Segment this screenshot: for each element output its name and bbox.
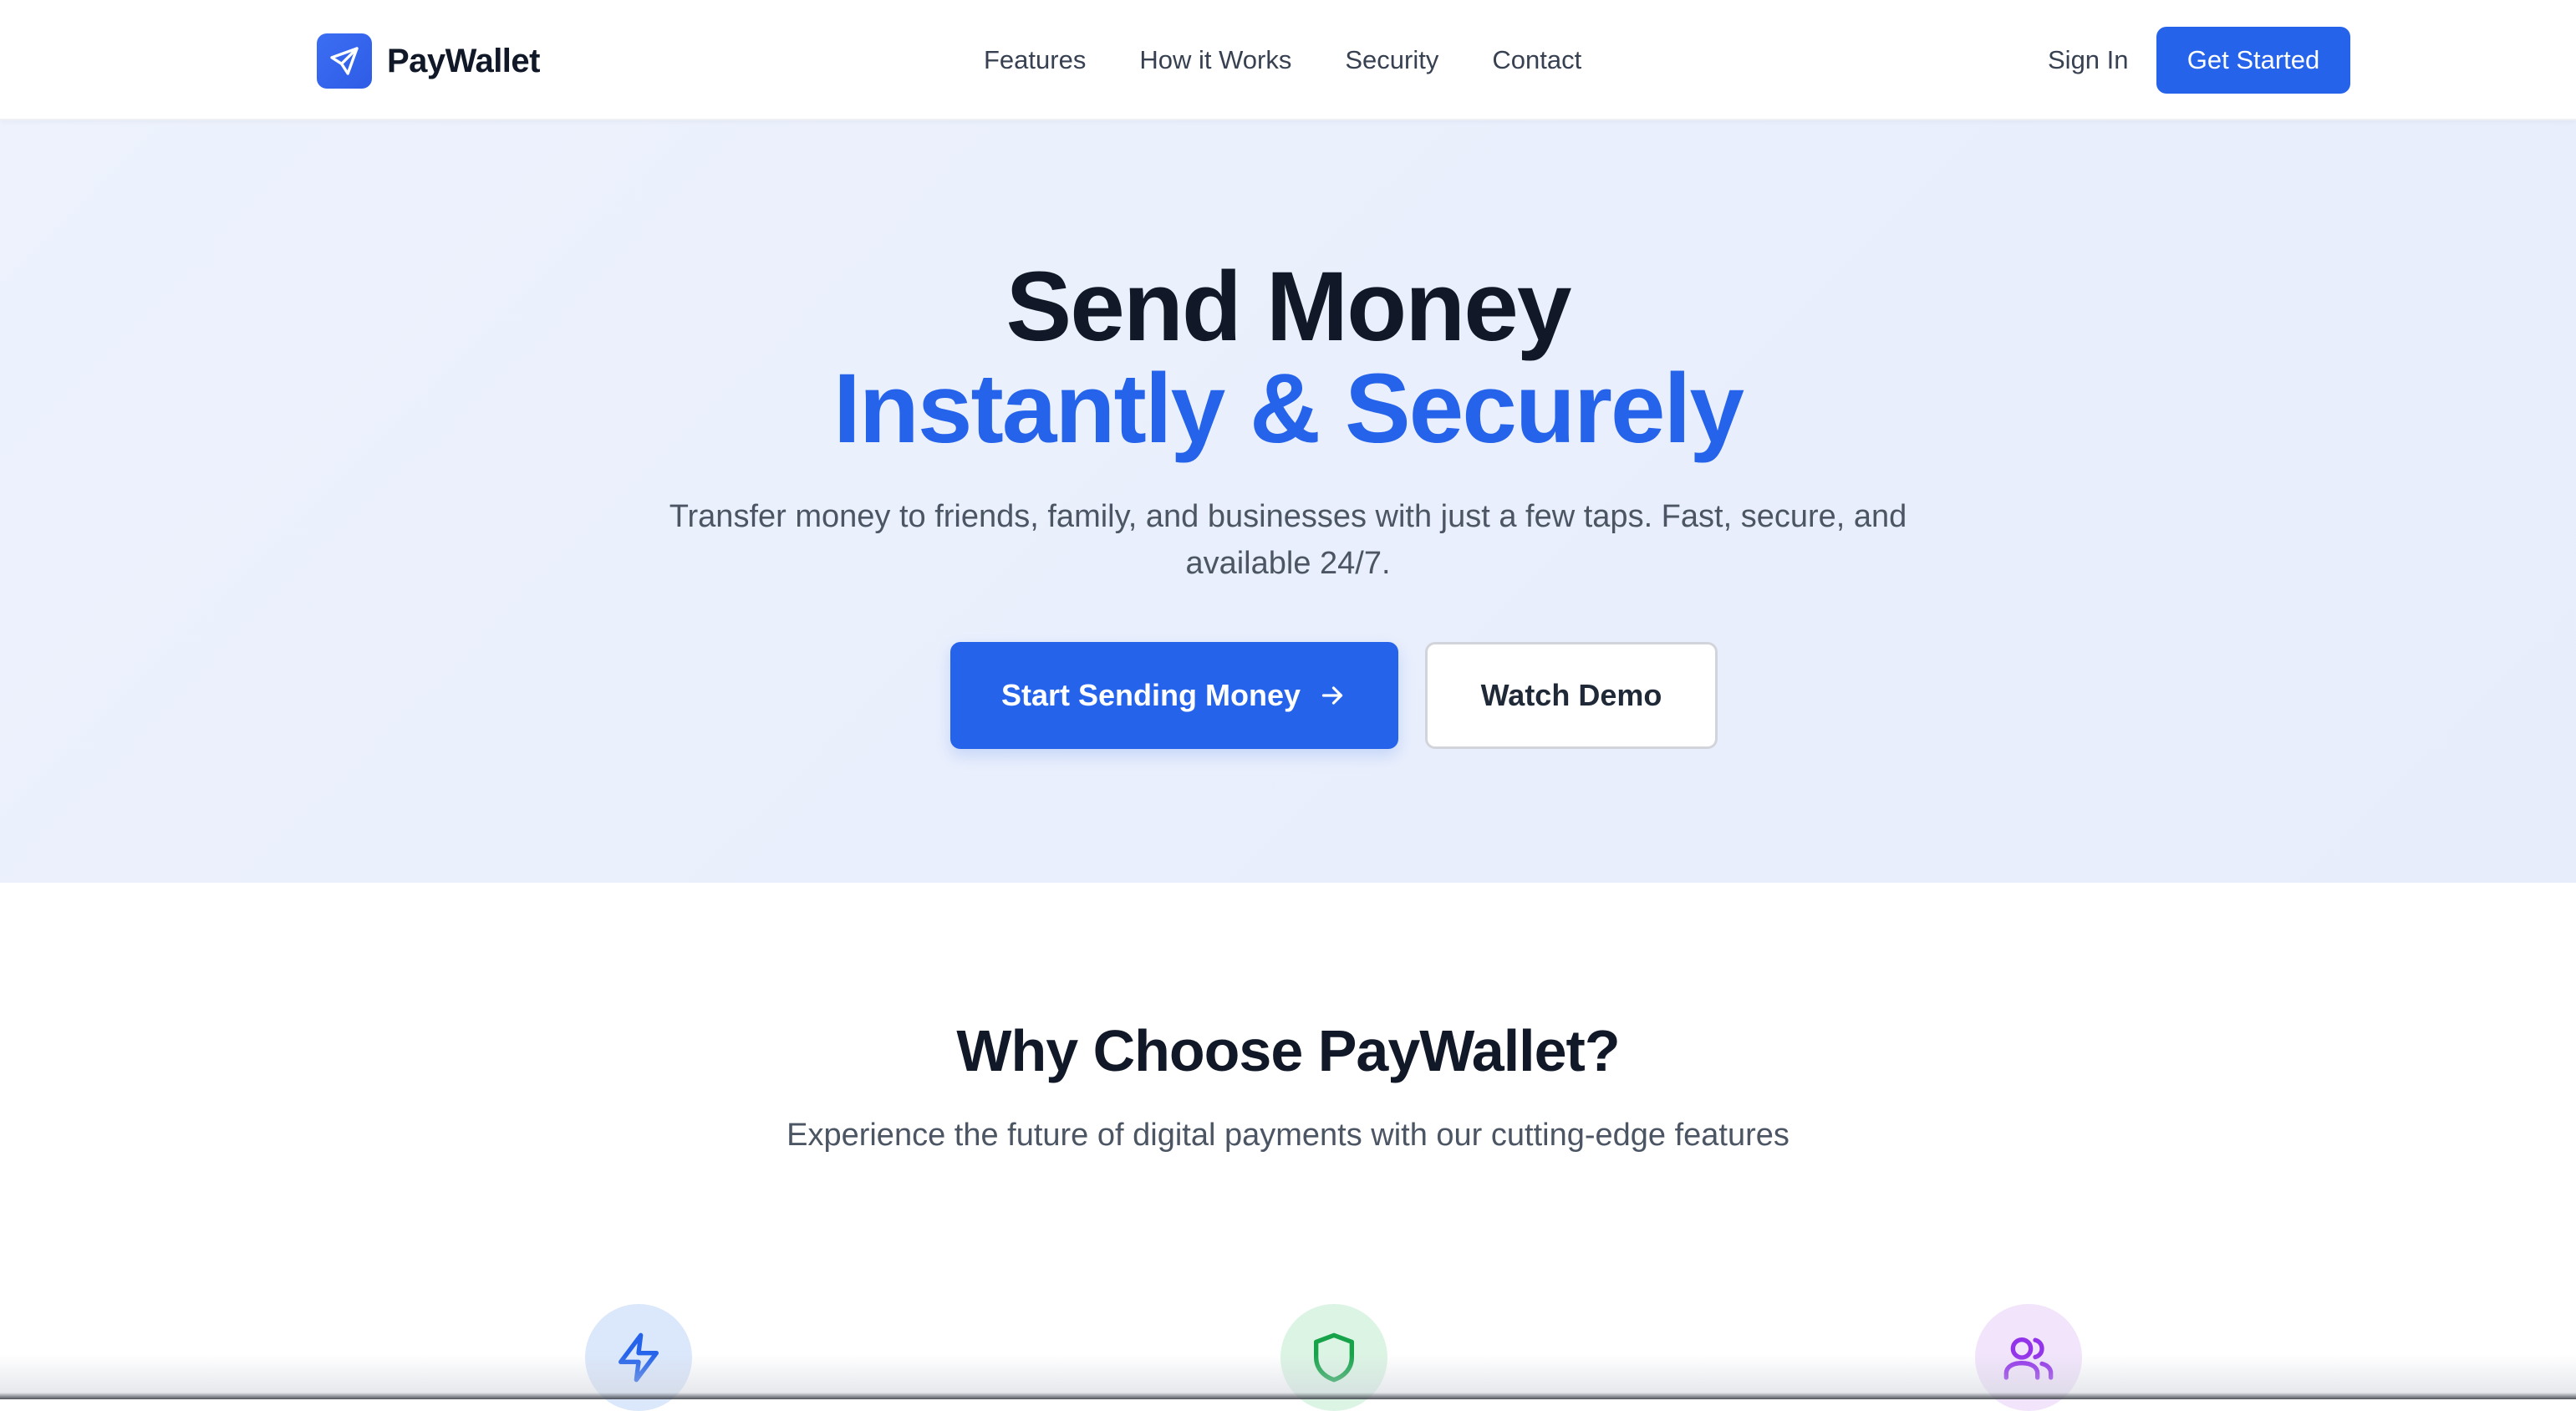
start-sending-money-label: Start Sending Money <box>1000 678 1301 712</box>
arrow-right-icon <box>1321 686 1343 705</box>
users-icon <box>1975 1304 2082 1411</box>
shield-icon <box>1280 1304 1387 1411</box>
logo-link[interactable]: PayWallet <box>317 33 540 89</box>
hero-title-highlight: Instantly & Securely <box>833 354 1744 464</box>
nav-item-security[interactable]: Security <box>1345 42 1438 79</box>
watch-demo-button[interactable]: Watch Demo <box>1425 642 1718 749</box>
features-subtitle: Experience the future of digital payment… <box>787 1118 1789 1153</box>
features-title: Why Choose PayWallet? <box>956 1018 1620 1083</box>
get-started-button[interactable]: Get Started <box>2156 27 2350 94</box>
main-nav: Features How it Works Security Contact <box>984 42 1635 79</box>
hero-title: Send Money <box>1005 252 1572 362</box>
nav-item-features[interactable]: Features <box>984 42 1086 79</box>
sign-in-link[interactable]: Sign In <box>2048 42 2129 79</box>
nav-item-contact[interactable]: Contact <box>1492 42 1581 79</box>
lightning-icon <box>585 1304 692 1411</box>
send-icon <box>317 33 372 89</box>
nav-item-how-it-works[interactable]: How it Works <box>1139 42 1291 79</box>
site-header: PayWallet Features How it Works Security… <box>0 0 2576 120</box>
hero-section: Send Money Instantly & Securely Transfer… <box>0 120 2576 883</box>
start-sending-money-button[interactable]: Start Sending Money <box>950 642 1398 749</box>
brand-name: PayWallet <box>387 42 540 79</box>
hero-subtitle: Transfer money to friends, family, and b… <box>669 499 1907 581</box>
